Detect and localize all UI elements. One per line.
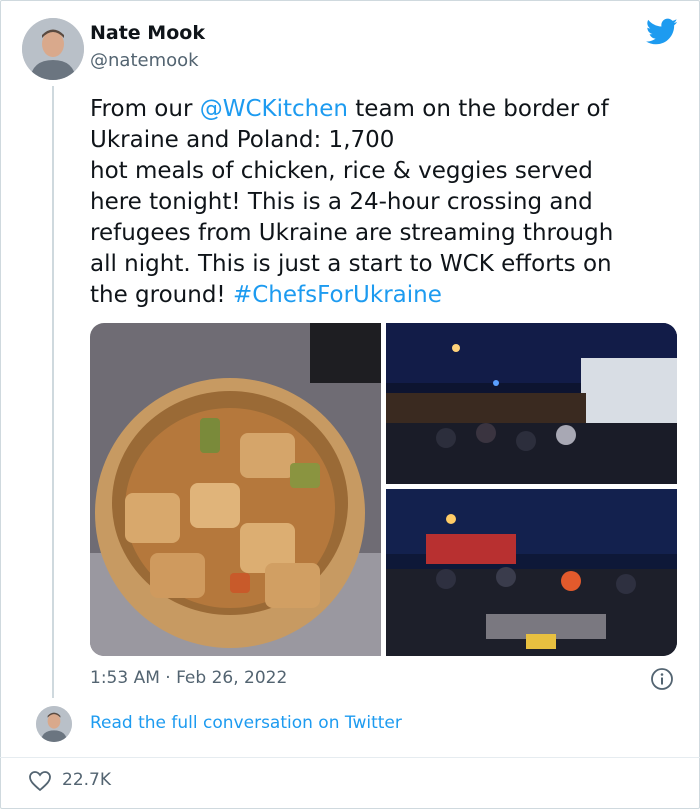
heart-icon[interactable]: [28, 770, 52, 792]
tweet-text: From our @WCKitchen team on the border o…: [90, 96, 614, 308]
thread-line: [52, 86, 54, 698]
food-bowl-photo[interactable]: [90, 323, 381, 656]
info-icon[interactable]: [650, 667, 674, 691]
night-crowd-photo[interactable]: [386, 323, 677, 484]
author-name[interactable]: Nate Mook: [90, 22, 205, 44]
read-conversation-link[interactable]: Read the full conversation on Twitter: [90, 713, 402, 733]
divider: [0, 757, 700, 758]
author-avatar[interactable]: [22, 18, 84, 80]
like-count: 22.7K: [62, 770, 111, 790]
reply-avatar[interactable]: [36, 706, 72, 742]
media-grid: [90, 323, 677, 656]
mention-link[interactable]: @WCKitchen: [200, 96, 348, 122]
volunteers-serving-photo[interactable]: [386, 489, 677, 656]
tweet-timestamp[interactable]: 1:53 AM · Feb 26, 2022: [90, 668, 287, 688]
author-handle[interactable]: @natemook: [90, 50, 199, 71]
hashtag-link[interactable]: #ChefsForUkraine: [233, 282, 442, 308]
twitter-bird-icon[interactable]: [646, 18, 678, 46]
